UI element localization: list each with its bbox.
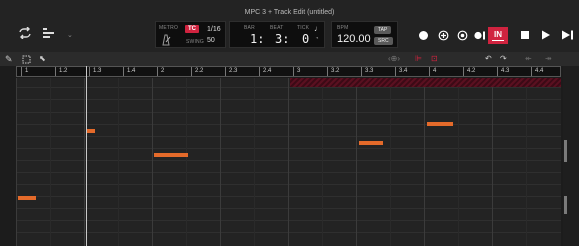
automation-icon[interactable] [457, 30, 468, 44]
note-event[interactable] [359, 141, 383, 145]
loop-region[interactable] [290, 78, 561, 87]
tc-button[interactable]: TC [185, 25, 199, 33]
bar-label: BAR [244, 25, 255, 31]
redo-icon[interactable]: ↷ [500, 53, 507, 65]
scroll-thumb[interactable] [564, 140, 567, 162]
ruler-mark: 1.4 [123, 67, 135, 76]
swing-label: SWING [186, 39, 204, 45]
overdub-icon[interactable] [438, 30, 449, 44]
position-panel: BAR 1: BEAT 3: TICK ♩ 0 ◔ [229, 21, 325, 48]
note-event[interactable] [427, 122, 453, 126]
chevron-down-icon[interactable]: ⌄ [67, 31, 73, 39]
stop-icon[interactable] [520, 30, 530, 43]
note-event[interactable] [18, 196, 36, 200]
ruler-mark: 4.3 [497, 67, 509, 76]
nudge-right-icon[interactable]: ↠ [545, 53, 552, 65]
play-start-icon[interactable] [474, 30, 486, 44]
ruler-mark: 4 [429, 67, 436, 76]
ruler-mark: 1 [21, 67, 28, 76]
note-icon: ♩ [314, 24, 322, 33]
tick-value[interactable]: 0 [302, 32, 309, 46]
metronome-icon[interactable] [160, 33, 172, 51]
ruler-mark: 1.2 [55, 67, 67, 76]
scroll-thumb-secondary[interactable] [564, 196, 567, 214]
bar-value[interactable]: 1: [250, 32, 264, 46]
loop-region-icon[interactable]: ⊫ [415, 53, 422, 65]
tool-bar: ✎ ⬉ ‹⊕› ⊫ ⊡ ↶ ↷ ↞ ↠ [0, 52, 579, 66]
metro-label: METRO [159, 25, 179, 31]
note-event[interactable] [154, 153, 188, 157]
select-box-icon[interactable] [22, 53, 31, 67]
grid-lines [16, 78, 561, 246]
ruler-mark: 3.2 [327, 67, 339, 76]
beat-label: BEAT [270, 25, 284, 31]
tick-resolution-icon: ◔ [315, 36, 319, 42]
src-button[interactable]: SRC [374, 37, 393, 45]
play-icon[interactable] [541, 30, 551, 43]
record-icon[interactable] [418, 30, 429, 44]
beat-value[interactable]: 3: [275, 32, 289, 46]
ruler-mark: 1.3 [89, 67, 101, 76]
nudge-left-icon[interactable]: ↞ [525, 53, 532, 65]
top-bar: MPC 3 + Track Edit (untitled) ⌄ METRO TC… [0, 0, 579, 52]
bpm-panel: BPM 120.00 TAP SRC [331, 21, 398, 48]
tc-value[interactable]: 1/16 [207, 26, 221, 33]
pointer-icon[interactable]: ⬉ [39, 53, 46, 65]
ruler-mark: 2.3 [225, 67, 237, 76]
ruler-mark: 3.3 [361, 67, 373, 76]
undo-icon[interactable]: ↶ [485, 53, 492, 65]
bpm-label: BPM [337, 25, 349, 31]
track-list-icon[interactable] [43, 27, 55, 42]
ruler-mark: 2 [157, 67, 164, 76]
in-button[interactable]: IN [488, 27, 508, 44]
ruler-mark: 4.4 [531, 67, 543, 76]
loop-icon[interactable] [18, 26, 32, 42]
bpm-value[interactable]: 120.00 [337, 33, 371, 45]
snap-icon[interactable]: ⊡ [431, 53, 438, 65]
window-title: MPC 3 + Track Edit (untitled) [244, 9, 335, 16]
note-event[interactable] [87, 129, 95, 133]
ruler-mark: 2.4 [259, 67, 271, 76]
note-grid[interactable] [16, 78, 561, 246]
ruler-mark: 4.2 [463, 67, 475, 76]
play-from-start-icon[interactable] [561, 30, 575, 43]
metro-panel: METRO TC 1/16 SWING 50 [155, 21, 226, 48]
pencil-icon[interactable]: ✎ [5, 53, 13, 65]
tick-label: TICK [297, 25, 310, 31]
playhead[interactable] [86, 66, 87, 246]
ruler-mark: 3.4 [395, 67, 407, 76]
swing-value[interactable]: 50 [207, 37, 215, 44]
ruler-mark: 3 [293, 67, 300, 76]
ruler-mark: 2.2 [191, 67, 203, 76]
zoom-icon[interactable]: ‹⊕› [388, 53, 400, 65]
tap-button[interactable]: TAP [374, 26, 392, 34]
timeline-ruler[interactable]: 1 1.2 1.3 1.4 2 2.2 2.3 2.4 3 3.2 3.3 3.… [16, 66, 561, 77]
